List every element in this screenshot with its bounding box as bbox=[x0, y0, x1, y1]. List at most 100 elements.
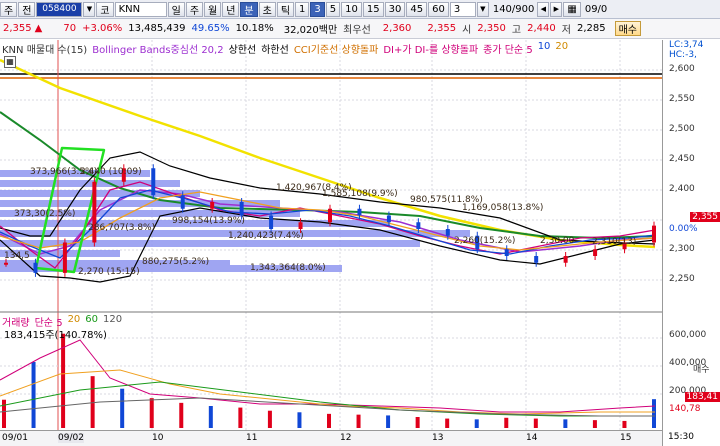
annot-2260: 2,260(15.2%) bbox=[454, 236, 515, 246]
best-price-label: 최우선 bbox=[343, 25, 371, 36]
volume-bar bbox=[31, 362, 36, 428]
high-price: 2,440 bbox=[527, 23, 556, 34]
annot-2310: 2,310(13) bbox=[592, 237, 636, 247]
volume-bar bbox=[208, 406, 213, 428]
date-field[interactable]: 09/0 bbox=[582, 4, 610, 15]
period-second[interactable]: 초 bbox=[258, 1, 276, 17]
interval-45[interactable]: 45 bbox=[406, 1, 428, 17]
volume-value-label: 183,415주(140.78%) bbox=[4, 330, 107, 341]
open-label: 시 bbox=[462, 25, 472, 36]
volume-bars bbox=[2, 333, 656, 428]
time-axis: 09/01 09/02 10 11 12 13 14 15 15:30 bbox=[0, 430, 694, 446]
axis-unit-label: 매수 bbox=[693, 365, 710, 375]
price-axis: LC:3,74 HC:-3, 2,600 2,550 2,500 2,450 2… bbox=[662, 40, 720, 446]
tick-2500: 2,500 bbox=[669, 124, 695, 134]
period-week[interactable]: 주 bbox=[185, 1, 204, 17]
best-buy-price: 2,355 bbox=[427, 23, 457, 34]
volume-bar bbox=[327, 413, 331, 428]
current-price-tag: 2,355 bbox=[690, 212, 720, 222]
price-legend-item[interactable]: Bollinger Bands중심선 20,2 bbox=[92, 41, 223, 56]
chart-toolbar: 주 전 058400 ▼ 코 KNN 일 주 월 년 분 초 틱 1 3 5 1… bbox=[0, 0, 720, 19]
period-month[interactable]: 월 bbox=[204, 1, 222, 17]
low-label: 저 bbox=[561, 25, 571, 36]
tab-all[interactable]: 전 bbox=[18, 1, 36, 17]
interval-dropdown-icon[interactable]: ▼ bbox=[476, 1, 489, 17]
tick-600000: 600,000 bbox=[669, 330, 707, 340]
volume-ratio: 49.65% bbox=[191, 23, 230, 34]
interval-15[interactable]: 15 bbox=[362, 1, 384, 17]
price-legend-item[interactable]: 종가 단순 5 bbox=[483, 41, 533, 56]
annot-286707: 286,707(3.8%) bbox=[88, 223, 155, 233]
annot-1240423: 1,240,423(7.4%) bbox=[228, 231, 304, 241]
market-selector[interactable]: 코 bbox=[96, 1, 114, 17]
tick-2550: 2,550 bbox=[669, 94, 695, 104]
turnover-rate: 10.18% bbox=[235, 23, 274, 34]
annot-23000: 2,30.00 bbox=[540, 236, 575, 246]
period-day[interactable]: 일 bbox=[167, 1, 185, 17]
volume-bar bbox=[592, 420, 597, 428]
tab-stock[interactable]: 주 bbox=[0, 1, 18, 17]
prev-arrow-icon[interactable]: ◀ bbox=[537, 1, 550, 17]
tick-2300: 2,300 bbox=[669, 244, 695, 254]
price-legend-item[interactable]: CCI기준선 상향돌파 bbox=[294, 41, 379, 56]
volume-bar bbox=[90, 376, 95, 428]
quote-bar: 2,355 ▲ 70 +3.06% 13,485,439 49.65% 10.1… bbox=[0, 19, 720, 39]
vol-ma20-line bbox=[0, 369, 655, 415]
price-legend-item[interactable]: 하한선 bbox=[261, 41, 289, 56]
price-legend-item[interactable]: DI+가 DI-를 상향돌파 bbox=[383, 41, 478, 56]
price-legend-item[interactable]: KNN 매물대 수(15) bbox=[2, 41, 87, 56]
interval-60[interactable]: 60 bbox=[428, 1, 449, 17]
tick-2250: 2,250 bbox=[669, 274, 695, 284]
interval-3[interactable]: 3 bbox=[310, 1, 325, 17]
buy-order-button[interactable]: 매수 bbox=[614, 21, 641, 36]
axis-hc-label: HC:-3, bbox=[669, 50, 697, 60]
stock-code-input[interactable]: 058400 bbox=[36, 1, 83, 17]
interval-10[interactable]: 10 bbox=[341, 1, 362, 17]
open-price: 2,350 bbox=[477, 23, 506, 34]
annot-998154: 998,154(13.9%) bbox=[172, 216, 245, 226]
annot-373302: 373,30(2.5%) bbox=[14, 209, 75, 219]
period-year[interactable]: 년 bbox=[222, 1, 240, 17]
grid-toggle-icon[interactable]: ▦ bbox=[4, 56, 16, 68]
next-arrow-icon[interactable]: ▶ bbox=[550, 1, 563, 17]
best-sell-price: 2,360 bbox=[382, 23, 412, 34]
code-dropdown-icon[interactable]: ▼ bbox=[83, 1, 96, 17]
calendar-icon[interactable]: ▦ bbox=[563, 1, 581, 17]
volume-bar bbox=[504, 417, 509, 428]
period-minute[interactable]: 분 bbox=[240, 1, 258, 17]
annot-high-price: 2,440 (10:09) bbox=[80, 167, 142, 177]
up-triangle-icon: ▲ bbox=[34, 23, 43, 34]
volume-bar bbox=[356, 414, 361, 428]
price-legend: KNN 매물대 수(15) Bollinger Bands중심선 20,2 상한선 하… bbox=[2, 41, 568, 56]
custom-interval-input[interactable]: 3 bbox=[449, 1, 476, 17]
volume-bar bbox=[267, 410, 272, 428]
interval-1[interactable]: 1 bbox=[295, 1, 310, 17]
volume-value: 13,485,439 bbox=[128, 23, 186, 34]
x-label-13: 13 bbox=[432, 433, 444, 443]
interval-30[interactable]: 30 bbox=[384, 1, 406, 17]
period-tick[interactable]: 틱 bbox=[276, 1, 295, 17]
low-price: 2,285 bbox=[576, 23, 606, 34]
annot-low-price: 2,270 (15:15) bbox=[78, 267, 140, 277]
price-legend-item[interactable]: 상한선 bbox=[229, 41, 257, 56]
price-chart[interactable]: 373,966(3.5%) 373,30(2.5%) 134,5 2,270 (… bbox=[0, 40, 662, 430]
tick-zero-pct: 0.00% bbox=[669, 224, 698, 234]
change-rate: +3.06% bbox=[82, 23, 123, 34]
volume-bar bbox=[652, 399, 656, 428]
annot-1169058: 1,169,058(13.8%) bbox=[462, 203, 543, 213]
tick-2450: 2,450 bbox=[669, 154, 695, 164]
annot-880275: 880,275(5.2%) bbox=[142, 257, 209, 267]
data-count: 140/900 bbox=[492, 3, 535, 15]
x-label-0902: 09/02 bbox=[58, 433, 84, 443]
x-label-10: 10 bbox=[152, 433, 164, 443]
interval-5[interactable]: 5 bbox=[325, 1, 341, 17]
price-legend-item[interactable]: 20 bbox=[555, 41, 568, 56]
stock-name-field[interactable]: KNN bbox=[114, 1, 167, 17]
ma-120-line bbox=[0, 58, 656, 249]
annot-1345: 134,5 bbox=[4, 251, 30, 261]
price-legend-item[interactable]: 10 bbox=[538, 41, 551, 56]
volume-bar bbox=[120, 388, 125, 428]
volume-bar bbox=[415, 417, 420, 428]
volume-bar bbox=[622, 420, 627, 428]
volume-tag-1: 183,41 bbox=[684, 392, 720, 402]
